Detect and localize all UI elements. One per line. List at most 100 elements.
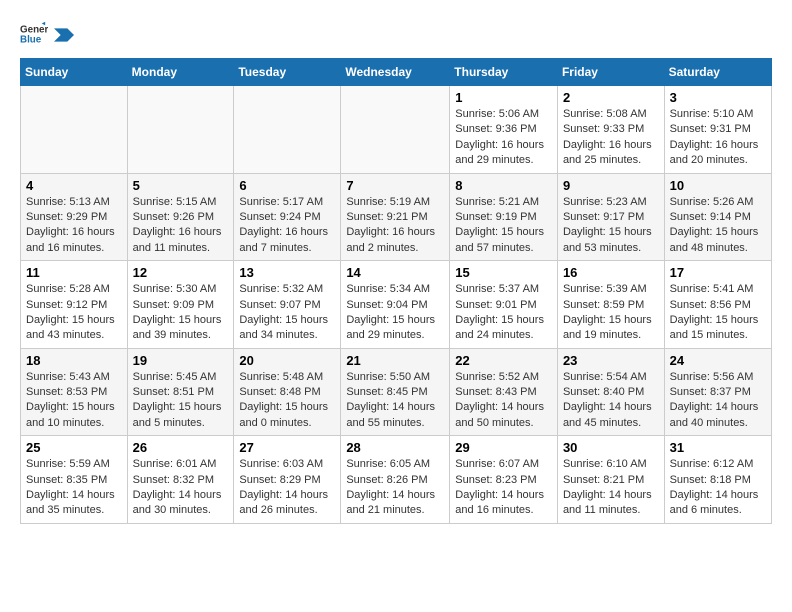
calendar-cell: 1 Sunrise: 5:06 AM Sunset: 9:36 PM Daylig… — [450, 86, 558, 174]
calendar-cell: 8Sunrise: 5:21 AM Sunset: 9:19 PM Daylig… — [450, 173, 558, 261]
day-number: 6 — [239, 178, 335, 193]
weekday-header: Wednesday — [341, 59, 450, 86]
calendar-cell — [21, 86, 128, 174]
cell-content: Sunrise: 6:05 AM Sunset: 8:26 PM Dayligh… — [346, 457, 444, 519]
day-number: 1 — [455, 90, 552, 105]
cell-content: Sunrise: 6:03 AM Sunset: 8:29 PM Dayligh… — [239, 457, 335, 519]
day-number: 18 — [26, 353, 122, 368]
calendar-cell: 5 Sunrise: 5:15 AM Sunset: 9:26 PM Daylig… — [127, 173, 234, 261]
calendar-cell: 13 Sunrise: 5:32 AM Sunset: 9:07 PM Dayli… — [234, 261, 341, 349]
calendar-cell — [341, 86, 450, 174]
day-number: 4 — [26, 178, 122, 193]
calendar-cell — [234, 86, 341, 174]
weekday-header: Saturday — [664, 59, 771, 86]
cell-content: Sunrise: 5:48 AM Sunset: 8:48 PM Dayligh… — [239, 370, 335, 432]
logo: General Blue — [20, 20, 74, 48]
day-number: 25 — [26, 440, 122, 455]
calendar-cell: 30 Sunrise: 6:10 AM Sunset: 8:21 PM Dayli… — [557, 436, 664, 524]
cell-content: Sunrise: 5:28 AM Sunset: 9:12 PM Dayligh… — [26, 282, 122, 344]
cell-content: Sunrise: 5:26 AM Sunset: 9:14 PM Dayligh… — [670, 195, 766, 257]
calendar-week-row: 4 Sunrise: 5:13 AM Sunset: 9:29 PM Daylig… — [21, 173, 772, 261]
cell-content: Sunrise: 6:07 AM Sunset: 8:23 PM Dayligh… — [455, 457, 552, 519]
day-number: 28 — [346, 440, 444, 455]
logo-icon: General Blue — [20, 20, 48, 48]
calendar-cell: 4 Sunrise: 5:13 AM Sunset: 9:29 PM Daylig… — [21, 173, 128, 261]
day-number: 14 — [346, 265, 444, 280]
calendar-cell: 16 Sunrise: 5:39 AM Sunset: 8:59 PM Dayli… — [557, 261, 664, 349]
cell-content: Sunrise: 5:37 AM Sunset: 9:01 PM Dayligh… — [455, 282, 552, 344]
calendar-cell: 9 Sunrise: 5:23 AM Sunset: 9:17 PM Daylig… — [557, 173, 664, 261]
calendar-cell: 22 Sunrise: 5:52 AM Sunset: 8:43 PM Dayli… — [450, 348, 558, 436]
svg-text:Blue: Blue — [20, 34, 42, 45]
day-number: 16 — [563, 265, 659, 280]
cell-content: Sunrise: 5:10 AM Sunset: 9:31 PM Dayligh… — [670, 107, 766, 169]
calendar-week-row: 1 Sunrise: 5:06 AM Sunset: 9:36 PM Daylig… — [21, 86, 772, 174]
calendar-cell: 11 Sunrise: 5:28 AM Sunset: 9:12 PM Dayli… — [21, 261, 128, 349]
calendar-cell — [127, 86, 234, 174]
cell-content: Sunrise: 5:15 AM Sunset: 9:26 PM Dayligh… — [133, 195, 229, 257]
day-number: 10 — [670, 178, 766, 193]
calendar-cell: 28 Sunrise: 6:05 AM Sunset: 8:26 PM Dayli… — [341, 436, 450, 524]
calendar-cell: 24 Sunrise: 5:56 AM Sunset: 8:37 PM Dayli… — [664, 348, 771, 436]
day-number: 8 — [455, 178, 552, 193]
cell-content: Sunrise: 5:30 AM Sunset: 9:09 PM Dayligh… — [133, 282, 229, 344]
day-number: 11 — [26, 265, 122, 280]
calendar-cell: 17Sunrise: 5:41 AM Sunset: 8:56 PM Dayli… — [664, 261, 771, 349]
weekday-header: Tuesday — [234, 59, 341, 86]
calendar-cell: 14 Sunrise: 5:34 AM Sunset: 9:04 PM Dayli… — [341, 261, 450, 349]
cell-content: Sunrise: 5:32 AM Sunset: 9:07 PM Dayligh… — [239, 282, 335, 344]
day-number: 23 — [563, 353, 659, 368]
day-number: 30 — [563, 440, 659, 455]
cell-content: Sunrise: 5:52 AM Sunset: 8:43 PM Dayligh… — [455, 370, 552, 432]
cell-content: Sunrise: 5:45 AM Sunset: 8:51 PM Dayligh… — [133, 370, 229, 432]
weekday-header: Monday — [127, 59, 234, 86]
calendar-cell: 31 Sunrise: 6:12 AM Sunset: 8:18 PM Dayli… — [664, 436, 771, 524]
cell-content: Sunrise: 5:13 AM Sunset: 9:29 PM Dayligh… — [26, 195, 122, 257]
day-number: 2 — [563, 90, 659, 105]
cell-content: Sunrise: 6:10 AM Sunset: 8:21 PM Dayligh… — [563, 457, 659, 519]
calendar-week-row: 18 Sunrise: 5:43 AM Sunset: 8:53 PM Dayli… — [21, 348, 772, 436]
calendar: SundayMondayTuesdayWednesdayThursdayFrid… — [20, 58, 772, 524]
calendar-week-row: 11 Sunrise: 5:28 AM Sunset: 9:12 PM Dayli… — [21, 261, 772, 349]
calendar-cell: 10 Sunrise: 5:26 AM Sunset: 9:14 PM Dayli… — [664, 173, 771, 261]
calendar-cell: 26Sunrise: 6:01 AM Sunset: 8:32 PM Dayli… — [127, 436, 234, 524]
day-number: 31 — [670, 440, 766, 455]
day-number: 29 — [455, 440, 552, 455]
cell-content: Sunrise: 5:39 AM Sunset: 8:59 PM Dayligh… — [563, 282, 659, 344]
calendar-cell: 29 Sunrise: 6:07 AM Sunset: 8:23 PM Dayli… — [450, 436, 558, 524]
cell-content: Sunrise: 5:50 AM Sunset: 8:45 PM Dayligh… — [346, 370, 444, 432]
weekday-header: Friday — [557, 59, 664, 86]
day-number: 21 — [346, 353, 444, 368]
cell-content: Sunrise: 5:34 AM Sunset: 9:04 PM Dayligh… — [346, 282, 444, 344]
day-number: 15 — [455, 265, 552, 280]
cell-content: Sunrise: 5:17 AM Sunset: 9:24 PM Dayligh… — [239, 195, 335, 257]
calendar-cell: 18 Sunrise: 5:43 AM Sunset: 8:53 PM Dayli… — [21, 348, 128, 436]
cell-content: Sunrise: 5:19 AM Sunset: 9:21 PM Dayligh… — [346, 195, 444, 257]
cell-content: Sunrise: 5:59 AM Sunset: 8:35 PM Dayligh… — [26, 457, 122, 519]
cell-content: Sunrise: 5:08 AM Sunset: 9:33 PM Dayligh… — [563, 107, 659, 169]
calendar-cell: 12 Sunrise: 5:30 AM Sunset: 9:09 PM Dayli… — [127, 261, 234, 349]
cell-content: Sunrise: 5:54 AM Sunset: 8:40 PM Dayligh… — [563, 370, 659, 432]
day-number: 24 — [670, 353, 766, 368]
day-number: 9 — [563, 178, 659, 193]
calendar-cell: 20 Sunrise: 5:48 AM Sunset: 8:48 PM Dayli… — [234, 348, 341, 436]
cell-content: Sunrise: 6:12 AM Sunset: 8:18 PM Dayligh… — [670, 457, 766, 519]
day-number: 13 — [239, 265, 335, 280]
calendar-cell: 23 Sunrise: 5:54 AM Sunset: 8:40 PM Dayli… — [557, 348, 664, 436]
calendar-cell: 25 Sunrise: 5:59 AM Sunset: 8:35 PM Dayli… — [21, 436, 128, 524]
day-number: 5 — [133, 178, 229, 193]
cell-content: Sunrise: 5:56 AM Sunset: 8:37 PM Dayligh… — [670, 370, 766, 432]
calendar-header-row: SundayMondayTuesdayWednesdayThursdayFrid… — [21, 59, 772, 86]
day-number: 12 — [133, 265, 229, 280]
header: General Blue — [20, 20, 772, 48]
day-number: 22 — [455, 353, 552, 368]
weekday-header: Sunday — [21, 59, 128, 86]
cell-content: Sunrise: 5:43 AM Sunset: 8:53 PM Dayligh… — [26, 370, 122, 432]
calendar-cell: 19Sunrise: 5:45 AM Sunset: 8:51 PM Dayli… — [127, 348, 234, 436]
day-number: 20 — [239, 353, 335, 368]
calendar-cell: 21 Sunrise: 5:50 AM Sunset: 8:45 PM Dayli… — [341, 348, 450, 436]
calendar-cell: 3Sunrise: 5:10 AM Sunset: 9:31 PM Daylig… — [664, 86, 771, 174]
cell-content: Sunrise: 5:06 AM Sunset: 9:36 PM Dayligh… — [455, 107, 552, 169]
calendar-cell: 6 Sunrise: 5:17 AM Sunset: 9:24 PM Daylig… — [234, 173, 341, 261]
cell-content: Sunrise: 5:23 AM Sunset: 9:17 PM Dayligh… — [563, 195, 659, 257]
